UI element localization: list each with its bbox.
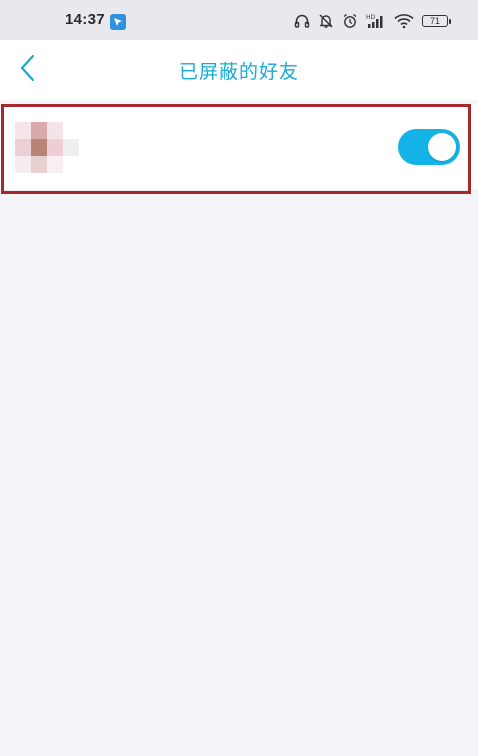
svg-text:HD: HD (366, 14, 376, 21)
battery-level: 71 (429, 16, 440, 26)
status-time: 14:37 (65, 11, 105, 28)
wifi-icon (394, 13, 414, 29)
blocked-friends-list (0, 104, 478, 191)
headphones-icon (294, 13, 310, 29)
page-title: 已屏蔽的好友 (178, 61, 299, 83)
status-icons: HD 71 (294, 11, 451, 31)
battery-icon: 71 (422, 15, 451, 27)
toggle-knob (428, 133, 456, 161)
app-notification-icon (110, 14, 126, 30)
blocked-friend-row[interactable] (0, 104, 478, 191)
hd-signal-icon: HD (366, 13, 386, 29)
nav-bar: 已屏蔽的好友 (0, 40, 478, 100)
do-not-disturb-icon (318, 13, 334, 29)
avatar (15, 122, 79, 173)
friend-name (90, 134, 250, 156)
status-bar: 14:37 HD 71 (0, 0, 478, 40)
block-toggle[interactable] (398, 129, 460, 165)
screen: 14:37 HD 71 已屏蔽的好友 (0, 0, 478, 756)
alarm-icon (342, 13, 358, 29)
